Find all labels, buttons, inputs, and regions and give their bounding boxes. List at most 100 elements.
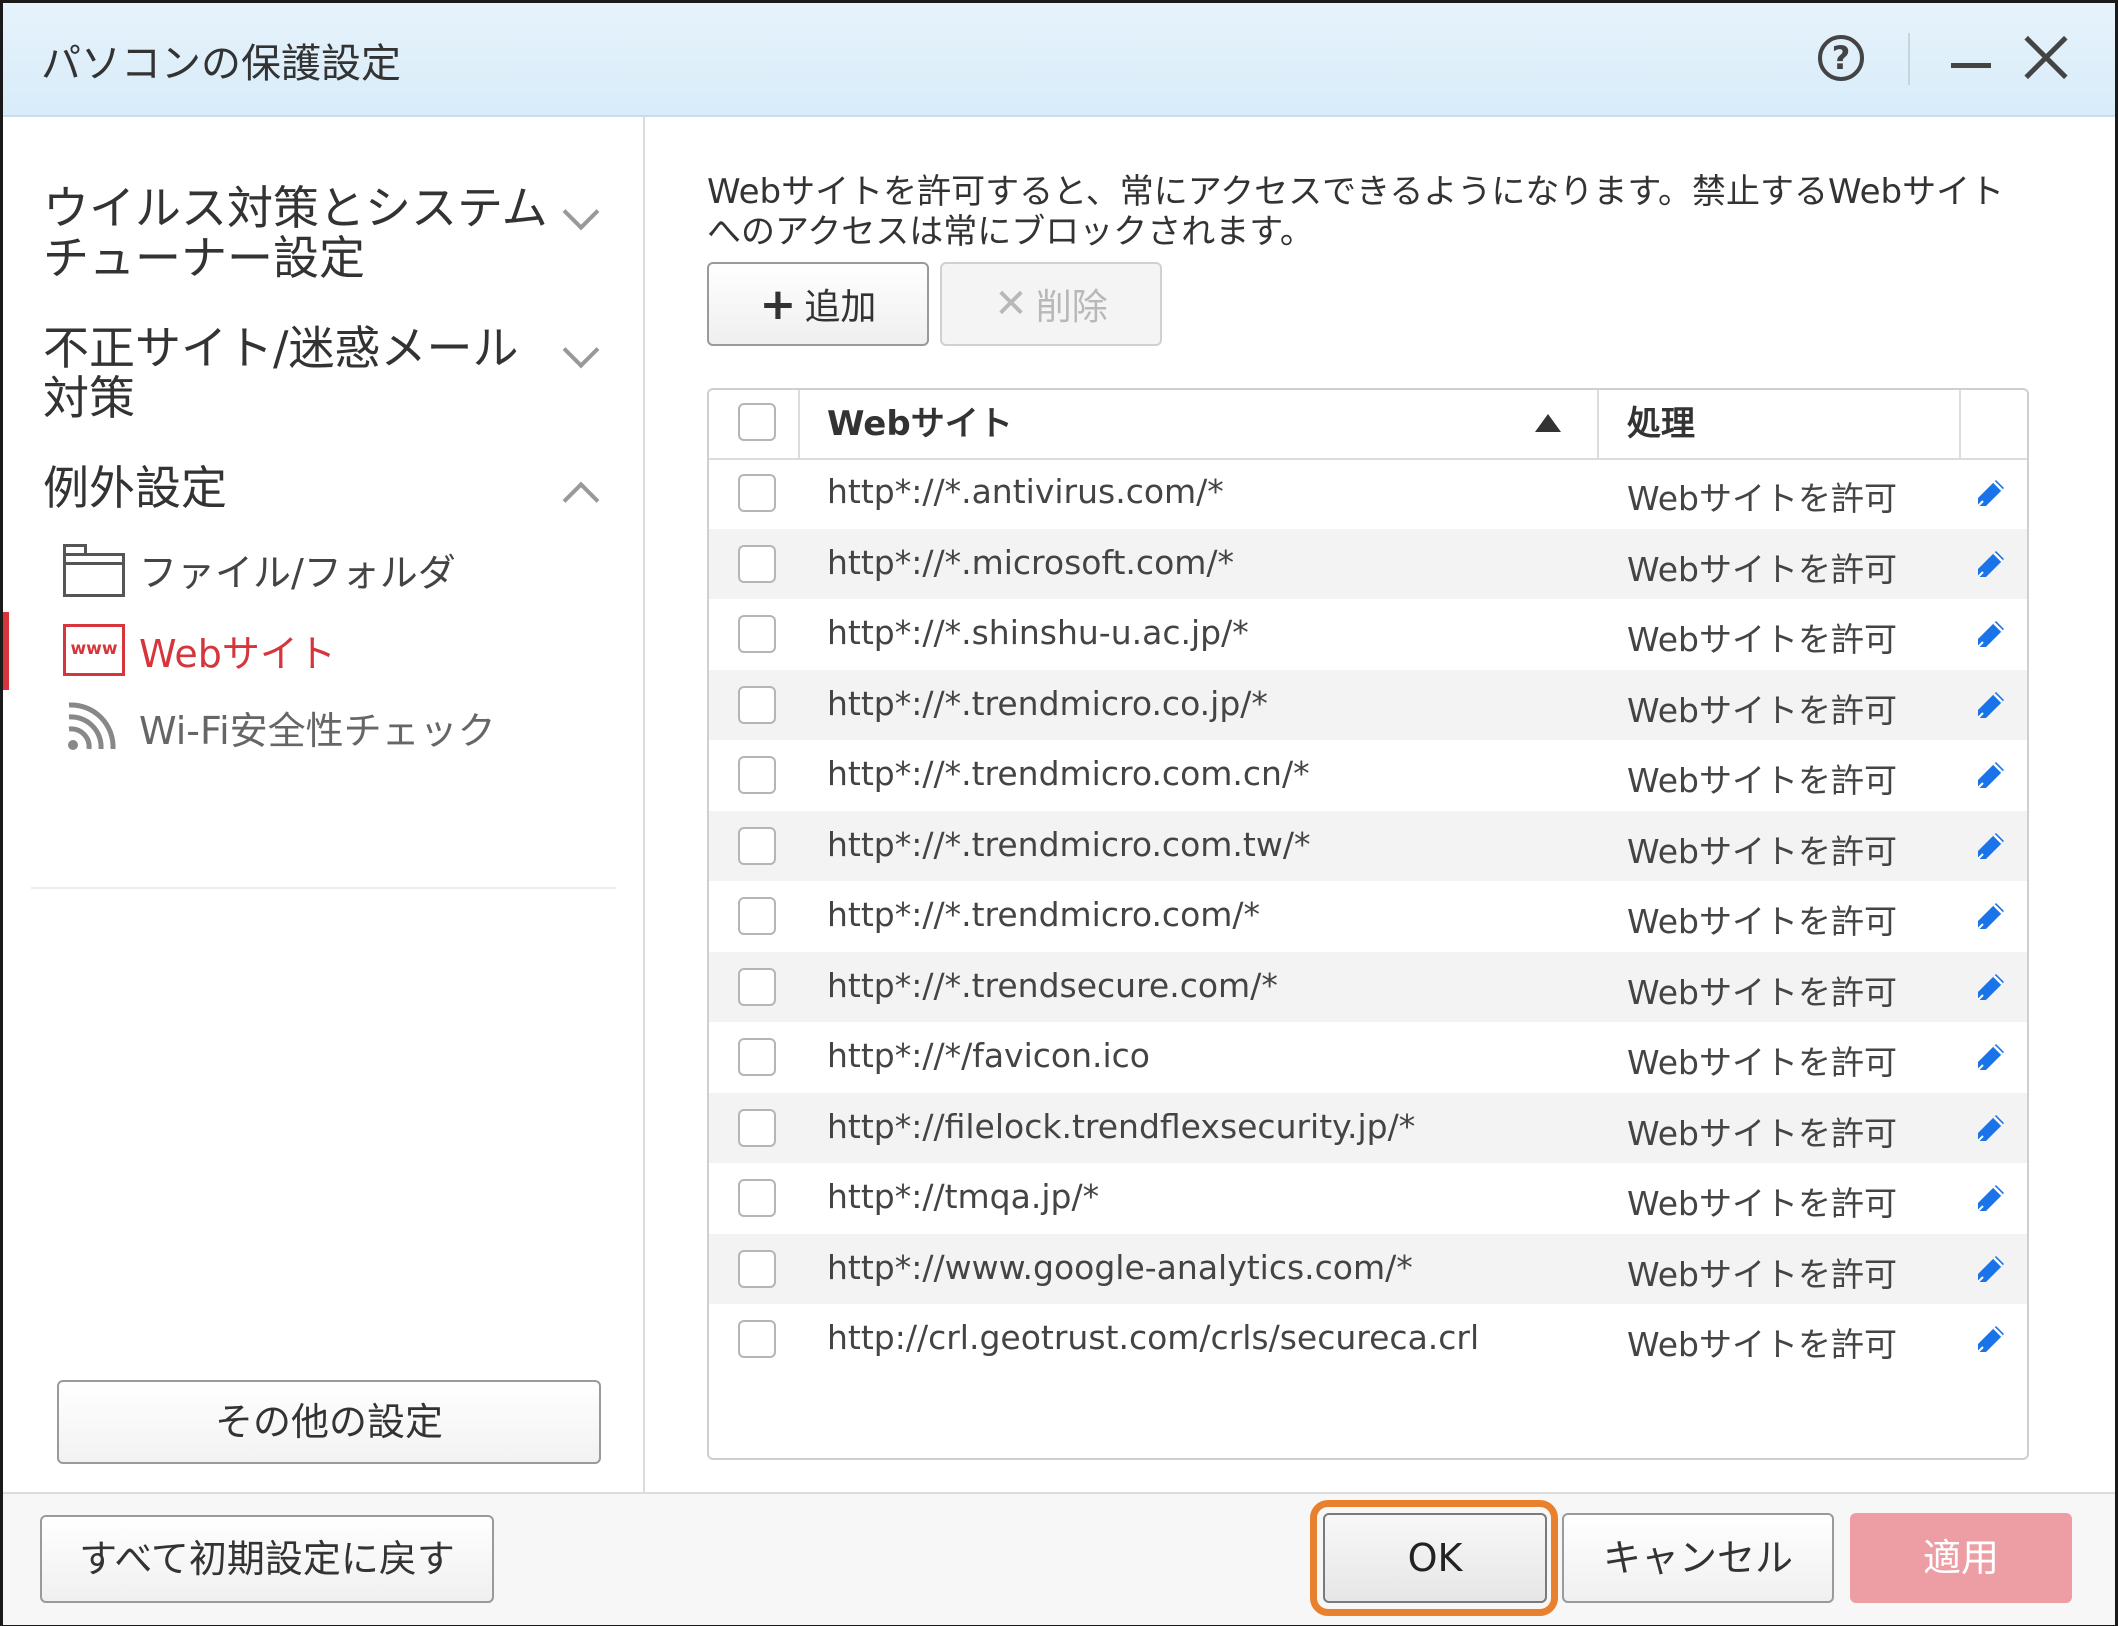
website-action: Webサイトを許可 (1627, 1113, 1897, 1153)
chevron-down-icon[interactable] (562, 193, 600, 231)
row-checkbox[interactable] (738, 967, 776, 1006)
table-row[interactable]: http*://*.trendmicro.com/* Webサイトを許可 (709, 881, 2027, 952)
pencil-icon[interactable] (1974, 899, 2008, 933)
table-row[interactable]: http*://*.trendmicro.com.cn/* Webサイトを許可 (709, 740, 2027, 811)
description-text: Webサイトを許可すると、常にアクセスできるようになります。禁止するWebサイト… (707, 172, 2005, 252)
pencil-icon[interactable] (1974, 688, 2008, 722)
sidebar: ウイルス対策とシステム チューナー設定 不正サイト/迷惑メール 対策 例外設定 … (3, 117, 645, 1492)
table-row[interactable]: http*://*/favicon.ico Webサイトを許可 (709, 1022, 2027, 1093)
table-row[interactable]: http*://tmqa.jp/* Webサイトを許可 (709, 1163, 2027, 1234)
row-checkbox[interactable] (738, 1179, 776, 1217)
website-url: http*://filelock.trendflexsecurity.jp/* (827, 1106, 1416, 1146)
sidebar-item-label: ファイル/フォルダ (139, 550, 456, 595)
minimize-icon[interactable] (1951, 63, 1991, 68)
column-divider (798, 390, 800, 458)
pencil-icon[interactable] (1974, 1252, 2008, 1286)
table-row[interactable]: http*://*.trendmicro.co.jp/* Webサイトを許可 (709, 669, 2027, 740)
pencil-icon[interactable] (1974, 1181, 2008, 1215)
row-checkbox[interactable] (738, 1038, 776, 1076)
pencil-icon[interactable] (1974, 617, 2008, 651)
cancel-button[interactable]: キャンセル (1562, 1513, 1834, 1603)
select-all-checkbox[interactable] (738, 403, 776, 441)
website-url: http*://*/favicon.ico (827, 1036, 1150, 1075)
row-checkbox[interactable] (738, 756, 776, 794)
pencil-icon[interactable] (1974, 829, 2008, 863)
website-url: http*://*.trendsecure.com/* (827, 965, 1278, 1005)
table-row[interactable]: http://crl.geotrust.com/crls/secureca.cr… (709, 1304, 2027, 1375)
row-checkbox[interactable] (738, 826, 776, 865)
website-action: Webサイトを許可 (1627, 1325, 1897, 1364)
table-row[interactable]: http*://filelock.trendflexsecurity.jp/* W… (709, 1092, 2027, 1163)
x-icon: ✕ (994, 281, 1028, 327)
column-header-action[interactable]: 処理 (1627, 390, 1695, 458)
table-row[interactable]: http*://*.trendmicro.com.tw/* Webサイトを許可 (709, 810, 2027, 881)
plus-icon: + (759, 278, 797, 330)
active-indicator (3, 612, 9, 690)
close-icon[interactable] (2021, 33, 2071, 83)
pencil-icon[interactable] (1974, 1040, 2008, 1074)
chevron-down-icon[interactable] (562, 331, 600, 369)
table-row[interactable]: http*://*.shinshu-u.ac.jp/* Webサイトを許可 (709, 599, 2027, 670)
column-divider (1959, 390, 1961, 458)
website-action: Webサイトを許可 (1627, 549, 1897, 589)
reset-defaults-button[interactable]: すべて初期設定に戻す (40, 1515, 494, 1603)
website-action: Webサイトを許可 (1627, 1254, 1897, 1294)
nav-section-antivirus[interactable]: ウイルス対策とシステム チューナー設定 (43, 183, 563, 283)
nav-section-label: ウイルス対策とシステム (43, 181, 548, 235)
website-url: http*://*.microsoft.com/* (827, 542, 1235, 582)
wifi-icon (63, 701, 125, 753)
sidebar-item-label: Webサイト (139, 631, 336, 676)
pencil-icon[interactable] (1974, 476, 2008, 510)
nav-section-label: 例外設定 (43, 461, 227, 515)
sidebar-item-wifi-check[interactable]: Wi-Fi安全性チェック (63, 699, 496, 755)
sidebar-item-websites[interactable]: www Webサイト (63, 622, 336, 678)
nav-section-label: 不正サイト/迷惑メール (43, 321, 519, 375)
pencil-icon[interactable] (1974, 758, 2008, 792)
row-checkbox[interactable] (738, 1249, 776, 1288)
sidebar-item-files-folders[interactable]: ファイル/フォルダ (63, 541, 456, 597)
row-checkbox[interactable] (738, 615, 776, 653)
table-row[interactable]: http*://*.trendsecure.com/* Webサイトを許可 (709, 951, 2027, 1022)
website-url: http*://*.shinshu-u.ac.jp/* (827, 613, 1249, 652)
row-checkbox[interactable] (738, 1108, 776, 1147)
table-row[interactable]: http*://*.antivirus.com/* Webサイトを許可 (709, 458, 2027, 529)
website-url: http*://*.trendmicro.co.jp/* (827, 683, 1268, 723)
row-checkbox[interactable] (738, 897, 776, 935)
www-icon: www (63, 624, 125, 676)
table-row[interactable]: http*://*.microsoft.com/* Webサイトを許可 (709, 528, 2027, 599)
nav-section-label: 対策 (43, 371, 135, 425)
add-button-label: 追加 (804, 287, 877, 328)
pencil-icon[interactable] (1974, 1111, 2008, 1145)
website-action: Webサイトを許可 (1627, 479, 1897, 518)
table-row[interactable]: http*://www.google-analytics.com/* Webサイト… (709, 1233, 2027, 1304)
sidebar-divider (31, 887, 616, 889)
help-icon[interactable]: ? (1818, 35, 1864, 81)
column-header-website[interactable]: Webサイト (827, 390, 1013, 458)
row-checkbox[interactable] (738, 544, 776, 583)
sidebar-item-label: Wi-Fi安全性チェック (139, 708, 496, 753)
ok-button[interactable]: OK (1323, 1513, 1547, 1603)
apply-button[interactable]: 適用 (1850, 1513, 2072, 1603)
delete-button-label: 削除 (1035, 287, 1108, 328)
website-action: Webサイトを許可 (1627, 761, 1897, 800)
row-checkbox[interactable] (738, 474, 776, 512)
pencil-icon[interactable] (1974, 1322, 2008, 1356)
nav-section-exceptions[interactable]: 例外設定 (43, 463, 563, 513)
pencil-icon[interactable] (1974, 970, 2008, 1004)
row-checkbox[interactable] (738, 1320, 776, 1358)
nav-section-label: チューナー設定 (43, 231, 365, 285)
sort-ascending-icon[interactable] (1535, 414, 1561, 432)
website-url: http*://*.trendmicro.com/* (827, 895, 1261, 934)
website-action: Webサイトを許可 (1627, 902, 1897, 941)
website-action: Webサイトを許可 (1627, 972, 1897, 1012)
website-url: http://crl.geotrust.com/crls/secureca.cr… (827, 1318, 1480, 1357)
other-settings-button[interactable]: その他の設定 (57, 1380, 601, 1464)
chevron-up-icon[interactable] (562, 481, 600, 519)
pencil-icon[interactable] (1974, 547, 2008, 581)
website-table: Webサイト 処理 http*://*.antivirus.com/* Webサイ… (707, 388, 2029, 1460)
add-button[interactable]: + 追加 (707, 262, 929, 346)
nav-section-web-threat[interactable]: 不正サイト/迷惑メール 対策 (43, 323, 563, 423)
website-action: Webサイトを許可 (1627, 1184, 1897, 1223)
row-checkbox[interactable] (738, 685, 776, 724)
website-url: http*://tmqa.jp/* (827, 1177, 1100, 1216)
